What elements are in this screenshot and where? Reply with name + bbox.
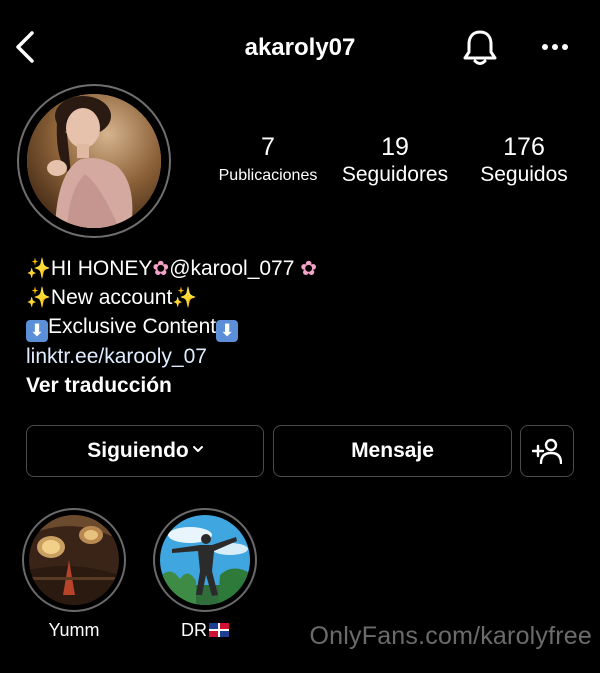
bell-icon[interactable] xyxy=(462,28,498,66)
profile-stats: 7 Publicaciones 19 Seguidores 176 Seguid… xyxy=(200,132,590,192)
highlight-cover-dr xyxy=(160,515,250,605)
message-button-label: Mensaje xyxy=(351,439,434,462)
flower-icon: ✿ xyxy=(152,256,170,280)
followers-count[interactable]: 19 Seguidores xyxy=(334,132,456,188)
highlight-cover-ring xyxy=(22,508,126,612)
posts-count[interactable]: 7 Publicaciones xyxy=(206,132,330,189)
chevron-down-icon xyxy=(192,446,203,452)
bio-mention[interactable]: @karool_077 xyxy=(169,257,294,280)
posts-count-label: Publicaciones xyxy=(218,167,318,184)
bio-new-account: New account xyxy=(50,286,173,309)
bio-link[interactable]: linktr.ee/karooly_07 xyxy=(26,342,586,371)
message-button[interactable]: Mensaje xyxy=(273,425,512,477)
highlight-label: Yumm xyxy=(48,620,100,640)
suggest-users-button[interactable] xyxy=(520,425,574,477)
bio-greeting: HI HONEY xyxy=(50,257,153,280)
highlight-cover-yumm xyxy=(29,515,119,605)
following-button[interactable]: Siguiendo xyxy=(26,425,264,477)
more-options-icon[interactable] xyxy=(538,34,572,60)
followers-count-label: Seguidores xyxy=(341,163,449,186)
profile-bio: ✨HI HONEY✿@karool_077 ✿ ✨New account✨ ⬇ E… xyxy=(26,254,586,400)
down-arrow-icon: ⬇ xyxy=(216,320,239,342)
flower-icon: ✿ xyxy=(300,256,318,280)
following-count-label: Seguidos xyxy=(480,163,568,186)
followers-count-value: 19 xyxy=(381,133,409,161)
top-bar: akaroly07 xyxy=(0,0,600,96)
add-person-icon xyxy=(531,438,563,465)
sparkles-icon: ✨ xyxy=(26,256,51,280)
down-arrow-icon: ⬇ xyxy=(26,320,48,342)
highlight-label: DR xyxy=(153,620,257,641)
following-button-label: Siguiendo xyxy=(87,439,189,462)
highlight-cover-ring xyxy=(153,508,257,612)
following-count[interactable]: 176 Seguidos xyxy=(466,132,582,188)
highlight-label-text: DR xyxy=(181,620,207,640)
following-count-value: 176 xyxy=(503,133,545,161)
sparkles-icon: ✨ xyxy=(172,285,198,309)
bio-line-1: ✨HI HONEY✿@karool_077 ✿ xyxy=(26,254,586,283)
bio-line-2: ✨New account✨ xyxy=(26,283,586,312)
bio-line-3: ⬇ Exclusive Content ⬇ xyxy=(26,312,586,342)
profile-username: akaroly07 xyxy=(244,34,356,61)
avatar-photo xyxy=(27,94,161,228)
watermark-text: OnlyFans.com/karolyfree xyxy=(309,622,592,650)
posts-count-value: 7 xyxy=(261,133,275,161)
dominican-flag-icon xyxy=(209,623,229,637)
bio-exclusive: Exclusive Content xyxy=(48,315,217,338)
profile-avatar[interactable] xyxy=(17,84,171,238)
story-highlight[interactable]: DR xyxy=(153,508,257,641)
story-highlight[interactable]: Yumm xyxy=(22,508,126,641)
see-translation-link[interactable]: Ver traducción xyxy=(26,371,586,400)
sparkles-icon: ✨ xyxy=(26,285,51,309)
